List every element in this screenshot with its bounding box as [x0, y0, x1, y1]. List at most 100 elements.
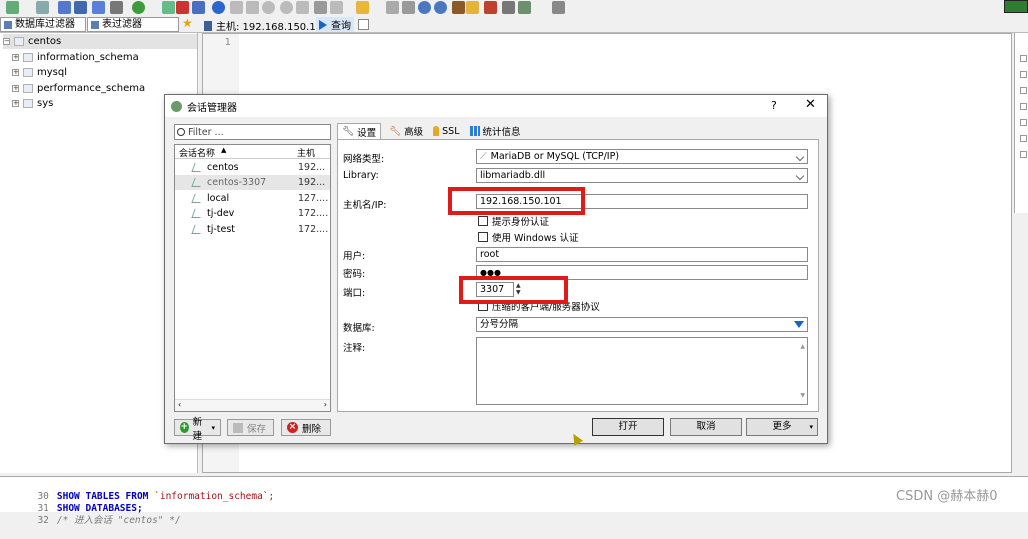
- expand-icon[interactable]: [1020, 103, 1027, 110]
- print-icon[interactable]: [110, 1, 123, 14]
- expand-icon[interactable]: [1020, 135, 1027, 142]
- expand-icon[interactable]: [1020, 151, 1027, 158]
- search-icon[interactable]: [418, 1, 431, 14]
- refresh-icon[interactable]: [132, 1, 145, 14]
- tree-item-sys[interactable]: + sys: [12, 96, 53, 111]
- log-icon[interactable]: [518, 1, 531, 14]
- run-icon[interactable]: [330, 1, 343, 14]
- first-record-icon[interactable]: [230, 1, 243, 14]
- settings-panel: 网络类型: ⟋ MariaDB or MySQL (TCP/IP) Library…: [337, 139, 819, 412]
- user-input[interactable]: root: [476, 247, 808, 262]
- session-row-centos[interactable]: centos 192...: [175, 160, 330, 175]
- copy-icon[interactable]: [58, 1, 71, 14]
- delete-icon[interactable]: [176, 1, 189, 14]
- log-line: 32 /* 进入会话 "centos" */: [0, 503, 180, 526]
- open-button[interactable]: 打开: [592, 418, 664, 436]
- wrap-icon[interactable]: [502, 1, 515, 14]
- tree-root-centos[interactable]: − centos: [3, 34, 197, 49]
- log-line: 30 SHOW TABLES FROM `information_schema`;: [0, 479, 274, 502]
- comment-textarea[interactable]: ▲ ▼: [476, 337, 808, 405]
- prompt-auth-checkbox[interactable]: 提示身份认证: [478, 214, 549, 228]
- expand-icon[interactable]: [1020, 87, 1027, 94]
- find-icon[interactable]: [402, 1, 415, 14]
- delete-session-button[interactable]: × 删除: [281, 419, 331, 436]
- tree-item-mysql[interactable]: + mysql: [12, 65, 67, 80]
- database-input[interactable]: 分号分隔: [476, 317, 808, 332]
- undo-icon[interactable]: [92, 1, 105, 14]
- sort-asc-icon: ▲: [221, 146, 227, 154]
- paste-icon[interactable]: [74, 1, 87, 14]
- column-header-name[interactable]: 会话名称: [179, 146, 215, 159]
- warning-icon[interactable]: [466, 1, 479, 14]
- help-icon[interactable]: [212, 1, 225, 14]
- windows-auth-checkbox[interactable]: 使用 Windows 认证: [478, 230, 578, 244]
- collapse-icon[interactable]: −: [3, 38, 10, 45]
- broom-icon[interactable]: [452, 1, 465, 14]
- binary-icon[interactable]: [484, 1, 497, 14]
- expand-icon[interactable]: [1020, 71, 1027, 78]
- tree-item-information-schema[interactable]: + information_schema: [12, 50, 139, 65]
- dropdown-arrow-icon[interactable]: [794, 321, 804, 328]
- close-button[interactable]: ✕: [805, 97, 816, 112]
- checkbox-box[interactable]: [478, 216, 488, 226]
- tab-settings[interactable]: 🔧︎ 设置: [337, 123, 382, 139]
- session-row-local[interactable]: local 127....: [175, 191, 330, 206]
- cancel-button[interactable]: 取消: [670, 418, 742, 436]
- horizontal-scrollbar[interactable]: ‹ ›: [175, 399, 330, 411]
- folder-icon[interactable]: [356, 1, 369, 14]
- scroll-right-icon[interactable]: ›: [324, 400, 327, 409]
- session-row-tj-test[interactable]: tj-test 172....: [175, 222, 330, 237]
- save-session-button[interactable]: 保存: [227, 419, 274, 436]
- expand-icon[interactable]: +: [12, 54, 19, 61]
- close-tab-icon[interactable]: [552, 1, 565, 14]
- dialog-title-bar[interactable]: 会话管理器: [165, 95, 827, 117]
- stop-icon[interactable]: [314, 1, 327, 14]
- session-filter-input[interactable]: Filter ...: [174, 124, 331, 140]
- query-log[interactable]: 30 SHOW TABLES FROM `information_schema`;…: [0, 476, 1028, 526]
- export-icon[interactable]: [192, 1, 205, 14]
- favorite-star-icon[interactable]: ★: [182, 16, 193, 30]
- tree-item-label: sys: [37, 98, 54, 109]
- session-row-tj-dev[interactable]: tj-dev 172....: [175, 206, 330, 221]
- last-record-icon[interactable]: [246, 1, 259, 14]
- new-query-tab-icon[interactable]: [358, 19, 369, 30]
- host-tab[interactable]: 主机: 192.168.150.101: [204, 18, 328, 33]
- column-header-host[interactable]: 主机: [297, 146, 315, 159]
- log-line-number: 32: [37, 515, 49, 526]
- scroll-down-icon[interactable]: ▼: [800, 389, 805, 402]
- search-next-icon[interactable]: [434, 1, 447, 14]
- scroll-left-icon[interactable]: ‹: [178, 400, 181, 409]
- connect-icon[interactable]: [6, 1, 19, 14]
- disconnect-icon[interactable]: [36, 1, 49, 14]
- help-button[interactable]: ?: [771, 99, 777, 112]
- expand-icon[interactable]: [1020, 55, 1027, 62]
- session-name: tj-dev: [207, 208, 235, 219]
- tree-item-performance-schema[interactable]: + performance_schema: [12, 81, 145, 96]
- more-button[interactable]: 更多 ▾: [746, 418, 818, 436]
- session-host: 192...: [298, 162, 326, 173]
- checkbox-box[interactable]: [478, 232, 488, 242]
- post-icon[interactable]: [296, 1, 309, 14]
- session-row-centos-3307[interactable]: centos-3307 192...: [175, 175, 330, 190]
- scroll-up-icon[interactable]: ▲: [800, 340, 805, 353]
- expand-icon[interactable]: [1020, 119, 1027, 126]
- expand-icon[interactable]: +: [12, 85, 19, 92]
- insert-icon[interactable]: [262, 1, 275, 14]
- cancel-icon[interactable]: [280, 1, 293, 14]
- expand-icon[interactable]: +: [12, 69, 19, 76]
- tab-ssl[interactable]: SSL: [431, 123, 461, 139]
- db-filter-tab[interactable]: 数据库过滤器: [0, 17, 86, 32]
- session-list[interactable]: 会话名称 ▲ 主机 centos 192... centos-3307 192.…: [174, 144, 331, 412]
- tab-statistics[interactable]: 统计信息: [468, 123, 523, 139]
- host-highlight-box: [448, 187, 585, 215]
- wrench-icon: 🔧︎: [342, 126, 355, 137]
- table-filter-tab[interactable]: 表过滤器: [87, 17, 179, 32]
- expand-icon[interactable]: +: [12, 100, 19, 107]
- library-select[interactable]: libmariadb.dll: [476, 168, 808, 183]
- new-session-button[interactable]: + 新建 ▾: [174, 417, 221, 442]
- tab-advanced[interactable]: 🔧︎ 高级: [387, 123, 425, 139]
- users-icon[interactable]: [162, 1, 175, 14]
- save-icon[interactable]: [386, 1, 399, 14]
- query-tab[interactable]: 查询: [316, 17, 354, 32]
- network-type-select[interactable]: ⟋ MariaDB or MySQL (TCP/IP): [476, 149, 808, 164]
